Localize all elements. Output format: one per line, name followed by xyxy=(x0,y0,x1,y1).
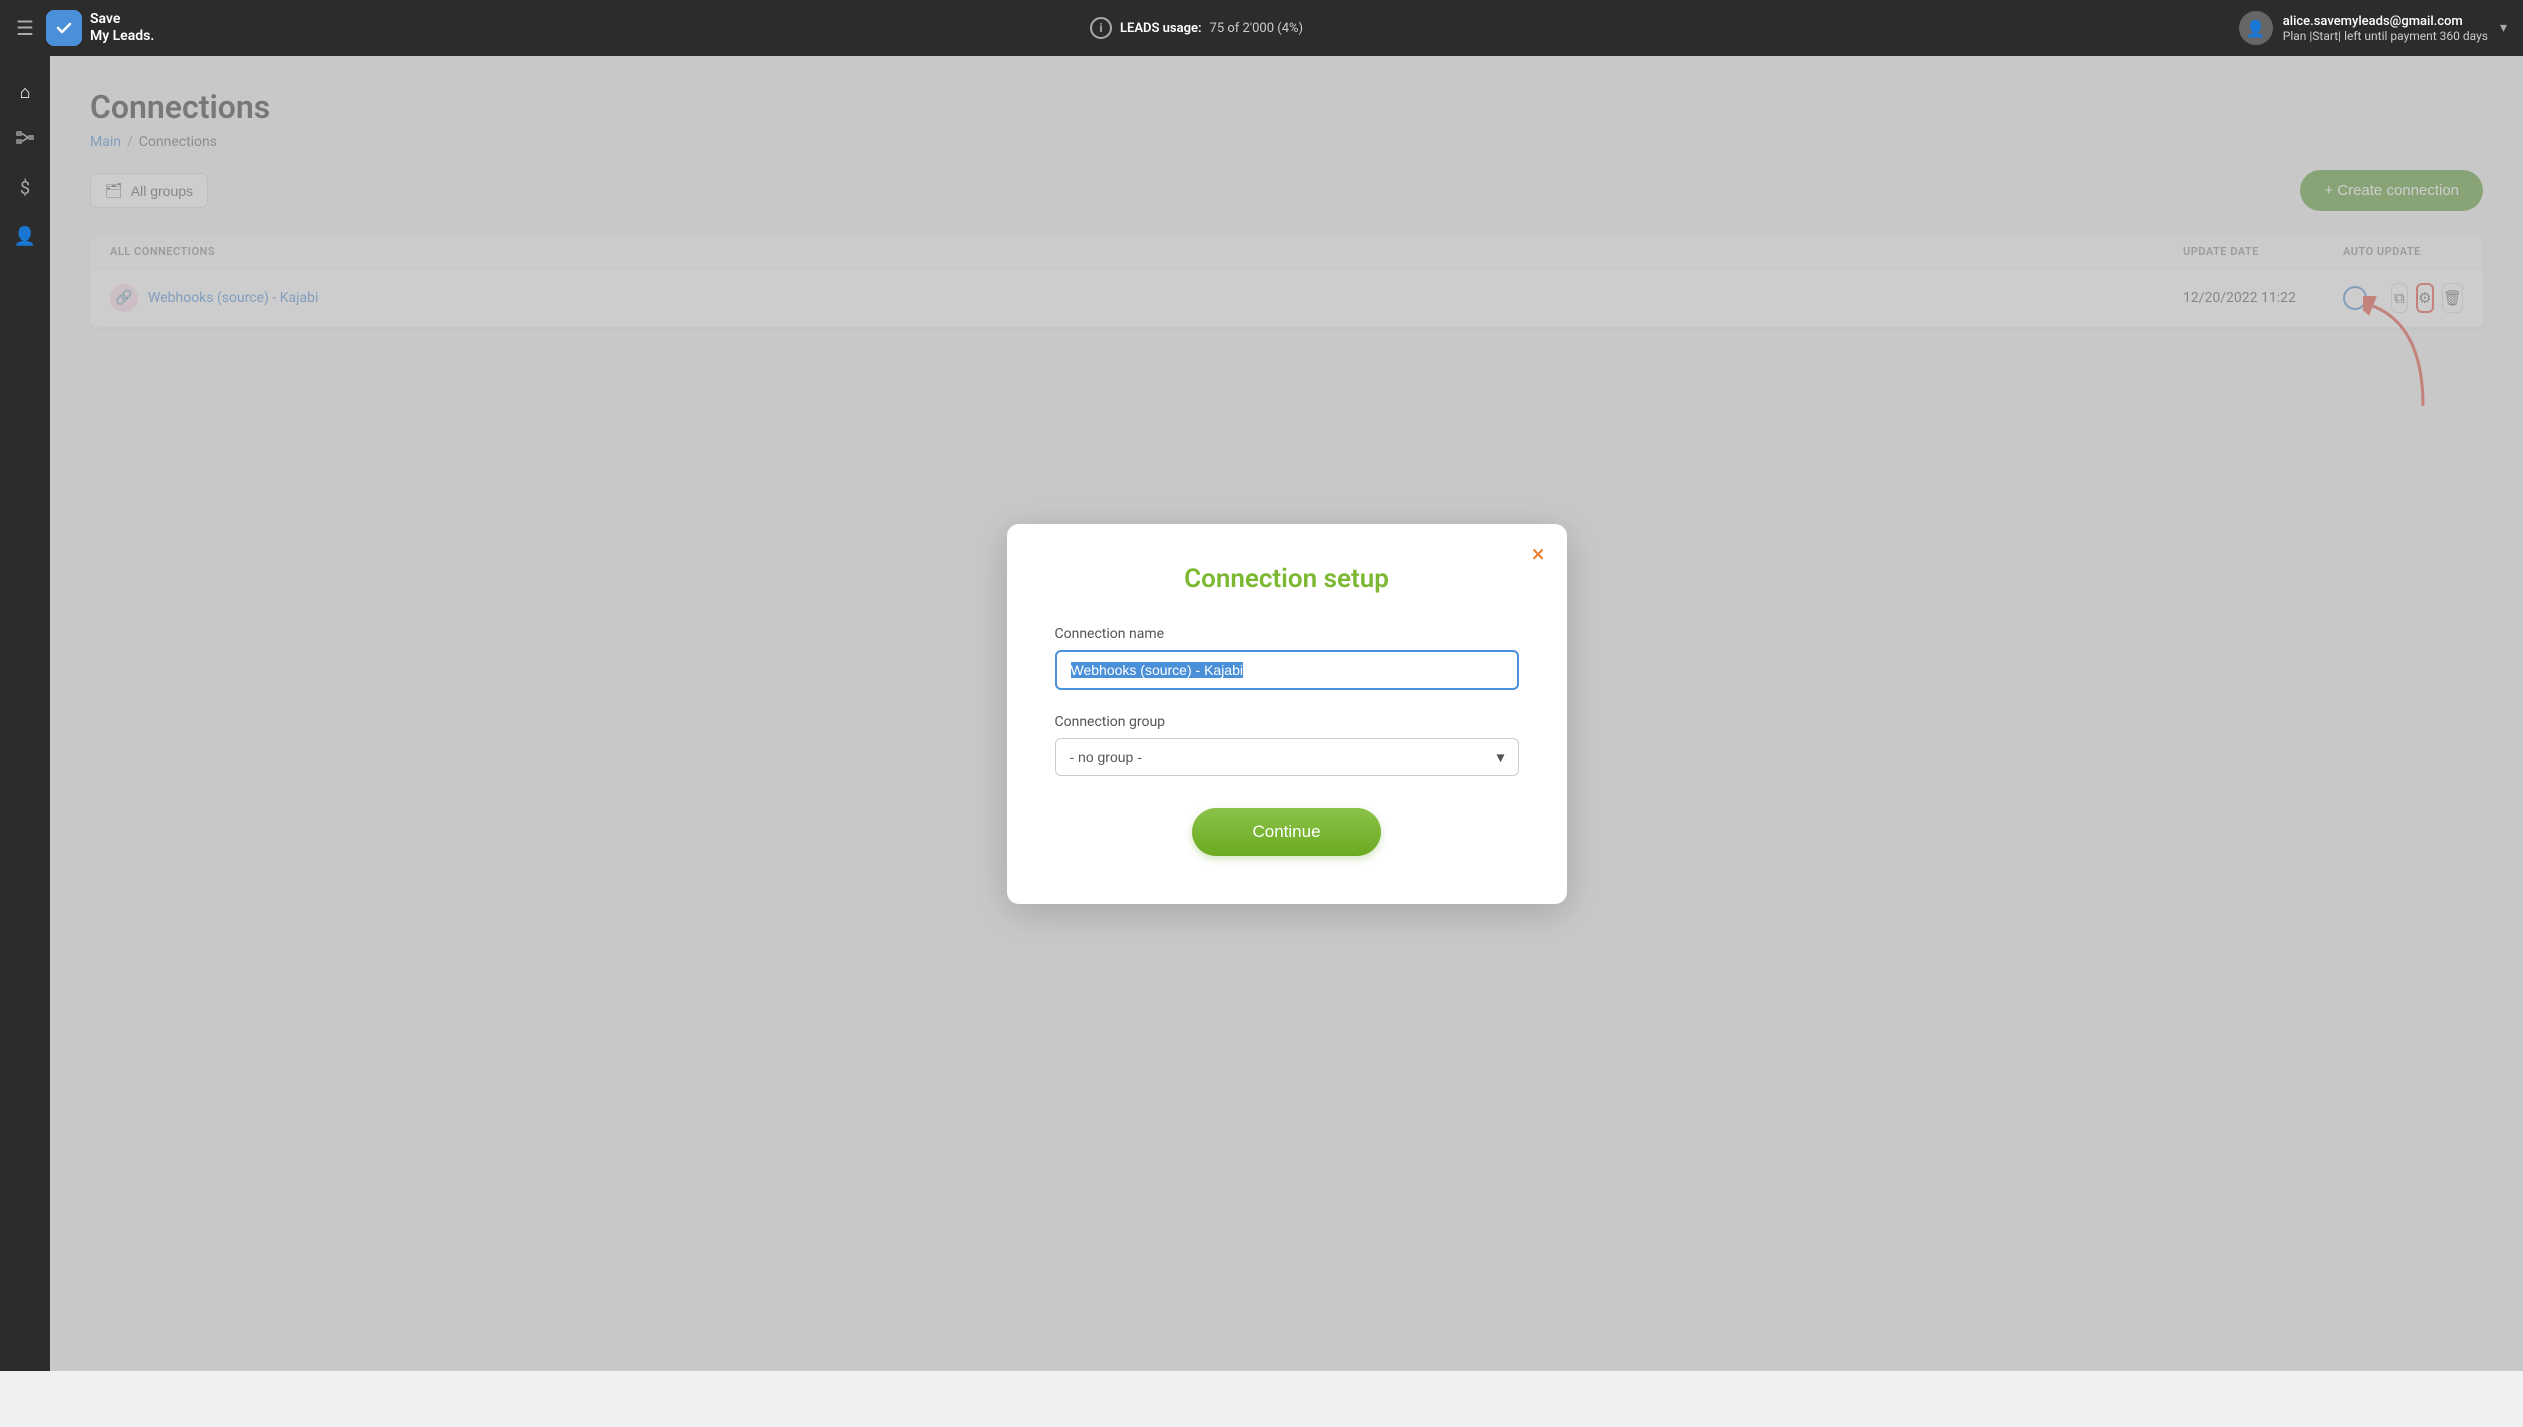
connection-name-label: Connection name xyxy=(1055,626,1519,642)
leads-usage-title: LEADS usage: xyxy=(1120,21,1202,36)
user-info[interactable]: 👤 alice.savemyleads@gmail.com Plan |Star… xyxy=(2239,11,2488,45)
leads-usage[interactable]: i LEADS usage: 75 of 2'000 (4%) xyxy=(1090,17,1303,39)
navbar-right: 👤 alice.savemyleads@gmail.com Plan |Star… xyxy=(2239,11,2507,45)
user-plan: Plan |Start| left until payment 360 days xyxy=(2283,29,2488,43)
logo-icon xyxy=(46,10,82,46)
connection-group-select-wrapper: - no group - xyxy=(1055,738,1519,776)
sidebar-item-home[interactable]: ⌂ xyxy=(5,72,45,112)
navbar-center: i LEADS usage: 75 of 2'000 (4%) xyxy=(166,17,2226,39)
continue-button[interactable]: Continue xyxy=(1192,808,1380,856)
sidebar-item-billing[interactable]: $ xyxy=(5,168,45,208)
info-icon: i xyxy=(1090,17,1112,39)
sidebar-item-account[interactable]: 👤 xyxy=(5,216,45,256)
modal-footer: Continue xyxy=(1055,808,1519,856)
connection-group-form-group: Connection group - no group - xyxy=(1055,714,1519,776)
chevron-down-icon[interactable]: ▾ xyxy=(2500,20,2507,36)
hamburger-icon[interactable]: ☰ xyxy=(16,16,34,40)
logo-text: Save My Leads. xyxy=(90,11,154,45)
connection-group-select[interactable]: - no group - xyxy=(1055,738,1519,776)
logo[interactable]: Save My Leads. xyxy=(46,10,154,46)
user-email: alice.savemyleads@gmail.com xyxy=(2283,14,2488,29)
sidebar-item-connections[interactable] xyxy=(5,120,45,160)
navbar: ☰ Save My Leads. i LEADS usage: 75 of 2'… xyxy=(0,0,2523,56)
connection-setup-modal: × Connection setup Connection name Conne… xyxy=(1007,524,1567,904)
modal-overlay: × Connection setup Connection name Conne… xyxy=(50,56,2523,1371)
sidebar: ⌂ $ 👤 xyxy=(0,56,50,1371)
connection-name-input[interactable] xyxy=(1055,650,1519,690)
connection-group-label: Connection group xyxy=(1055,714,1519,730)
connection-name-group: Connection name xyxy=(1055,626,1519,690)
user-avatar: 👤 xyxy=(2239,11,2273,45)
modal-title: Connection setup xyxy=(1055,564,1519,594)
modal-close-button[interactable]: × xyxy=(1532,542,1545,566)
leads-usage-value: 75 of 2'000 (4%) xyxy=(1210,21,1304,36)
